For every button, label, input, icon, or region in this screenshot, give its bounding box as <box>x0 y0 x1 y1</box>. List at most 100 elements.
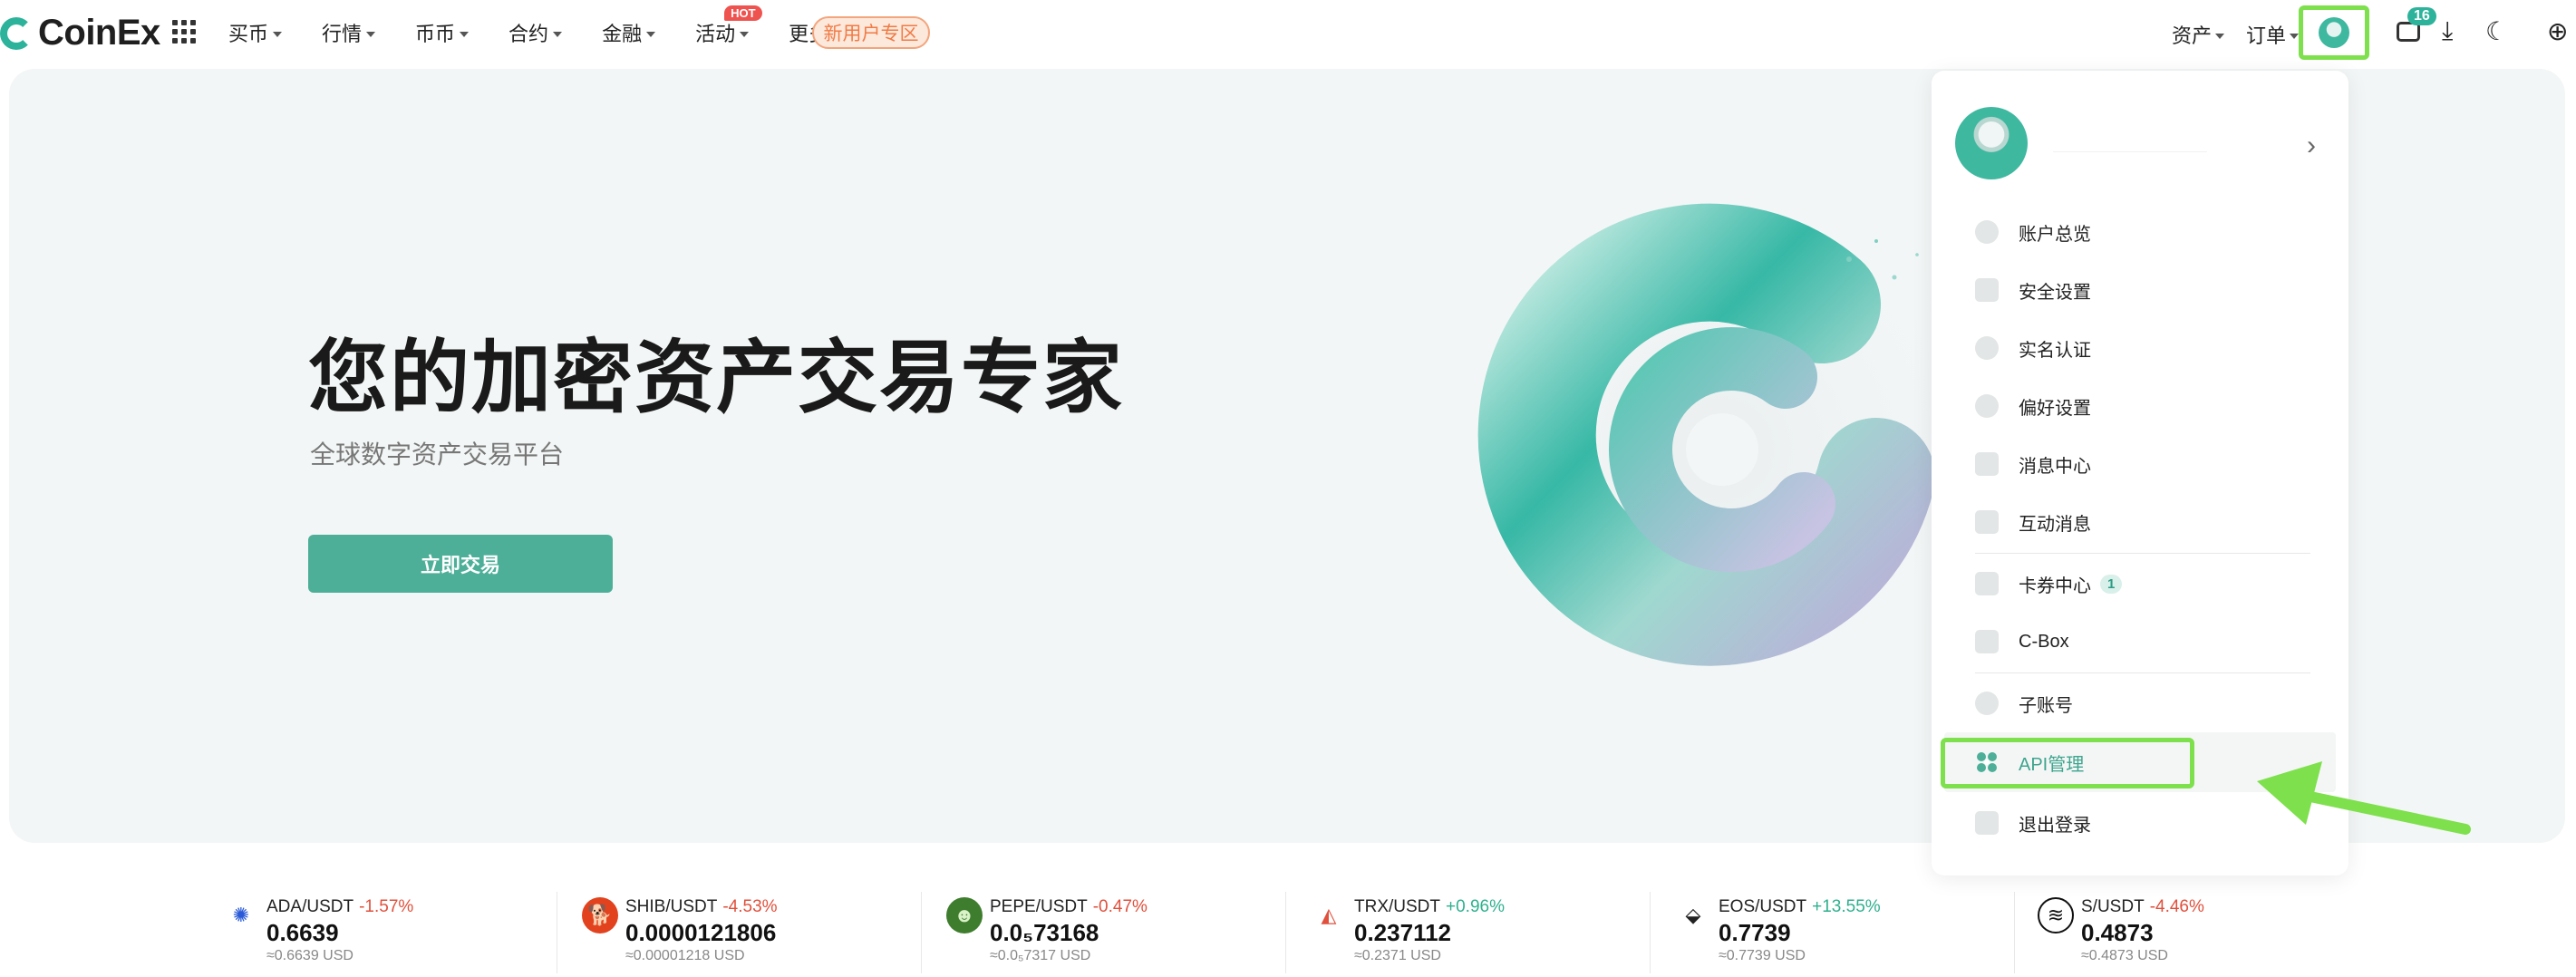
menu-item-label: 实名认证 <box>2019 340 2091 361</box>
coinex-logo[interactable]: CoinEx <box>0 13 160 53</box>
menu-item-label: 子账号 <box>2019 695 2073 716</box>
ticker-price: 0.4873 <box>2081 919 2154 946</box>
caret-down-icon <box>460 31 470 37</box>
ticker-usd-value: ≈0.0₅7317 USD <box>990 948 1091 963</box>
ticker-item-shib[interactable]: 🐕 SHIB/USDT -4.53% 0.0000121806 ≈0.000012… <box>582 888 908 977</box>
menu-item-label: 退出登录 <box>2019 815 2091 836</box>
menu-divider <box>1975 672 2310 673</box>
ticker-change: -4.46% <box>2149 897 2204 916</box>
menu-item-label: 消息中心 <box>2019 456 2091 477</box>
menu-item-security-settings[interactable]: 安全设置 <box>1975 268 2091 312</box>
ticker-price: 0.7739 <box>1719 919 1791 946</box>
ticker-usd-value: ≈0.6639 USD <box>266 948 353 963</box>
nav-item-activities[interactable]: 活动 HOT <box>695 5 762 47</box>
top-nav: CoinEx 买币 行情 币币 合约 金融 活动 HOT 更多 新用户专区 资产 <box>0 0 2576 65</box>
menu-item-coupon-center[interactable]: 卡券中心 1 <box>1975 562 2123 605</box>
new-user-promo-button[interactable]: 新用户专区 <box>812 16 930 49</box>
nav-orders[interactable]: 订单 <box>2246 20 2300 49</box>
menu-item-label: 安全设置 <box>2019 282 2091 303</box>
ticker-change: +0.96% <box>1446 897 1505 916</box>
preferences-icon <box>1975 394 1999 418</box>
ticker-divider <box>921 892 922 973</box>
logout-icon <box>1975 811 1999 835</box>
ticker-pair-line: PEPE/USDT -0.47% <box>990 897 1148 917</box>
menu-item-preferences[interactable]: 偏好设置 <box>1975 384 2091 428</box>
message-center-icon <box>1975 452 1999 476</box>
account-overview-icon <box>1975 220 1999 244</box>
menu-item-label: C-Box <box>2019 631 2069 652</box>
eos-coin-icon: ⬙ <box>1685 904 1701 926</box>
avatar <box>2319 17 2349 48</box>
ticker-divider <box>1650 892 1651 973</box>
menu-item-identity-verification[interactable]: 实名认证 <box>1975 326 2091 370</box>
message-count-badge: 16 <box>2407 7 2436 25</box>
ticker-item-trx[interactable]: ◭ TRX/USDT +0.96% 0.237112 ≈0.2371 USD <box>1311 888 1637 977</box>
market-ticker: ✺ ADA/USDT -1.57% 0.6639 ≈0.6639 USD 🐕 SH… <box>0 888 2576 977</box>
ticker-pair: PEPE/USDT <box>990 897 1088 916</box>
menu-item-account-overview[interactable]: 账户总览 <box>1975 210 2091 254</box>
nav-item-label: 活动 <box>695 23 736 45</box>
nav-item-label: 行情 <box>322 23 363 45</box>
profile-header[interactable]: › <box>1955 107 2327 179</box>
menu-item-label: 互动消息 <box>2019 514 2091 535</box>
c-box-icon <box>1975 630 1999 653</box>
ticker-change: +13.55% <box>1812 897 1881 916</box>
ticker-usd-value: ≈0.00001218 USD <box>625 948 745 963</box>
menu-item-message-center[interactable]: 消息中心 <box>1975 442 2091 486</box>
caret-down-icon <box>646 31 656 37</box>
security-shield-icon <box>1975 278 1999 302</box>
profile-name-placeholder <box>2053 134 2207 152</box>
caret-down-icon <box>273 31 283 37</box>
download-icon[interactable]: ⤓ <box>2442 16 2453 46</box>
ticker-usd-value: ≈0.7739 USD <box>1719 948 1806 963</box>
ticker-item-s[interactable]: ≋ S/USDT -4.46% 0.4873 ≈0.4873 USD <box>2038 888 2364 977</box>
menu-item-c-box[interactable]: C-Box <box>1975 620 2069 663</box>
ticker-change: -1.57% <box>359 897 414 916</box>
s-coin-icon: ≋ <box>2038 897 2074 933</box>
ticker-pair: S/USDT <box>2081 897 2145 916</box>
nav-item-label: 买币 <box>228 23 269 45</box>
ticker-pair: EOS/USDT <box>1719 897 1807 916</box>
menu-item-label: 偏好设置 <box>2019 398 2091 419</box>
nav-item-finance[interactable]: 金融 <box>602 18 656 47</box>
dark-mode-moon-icon[interactable]: ☾ <box>2485 16 2508 46</box>
hero-subtitle: 全球数字资产交易平台 <box>310 440 565 469</box>
ticker-item-ada[interactable]: ✺ ADA/USDT -1.57% 0.6639 ≈0.6639 USD <box>223 888 549 977</box>
nav-item-buy-crypto[interactable]: 买币 <box>228 18 283 47</box>
trx-coin-icon: ◭ <box>1321 904 1337 926</box>
apps-grid-icon[interactable] <box>172 20 196 44</box>
menu-item-sub-account[interactable]: 子账号 <box>1975 682 2073 725</box>
nav-item-markets[interactable]: 行情 <box>322 18 376 47</box>
main-menu: 买币 行情 币币 合约 金融 活动 HOT 更多 <box>228 5 882 47</box>
avatar <box>1955 107 2028 179</box>
api-management-highlight-box <box>1941 738 2194 788</box>
nav-item-label: 金融 <box>602 23 643 45</box>
coupon-center-icon <box>1975 572 1999 595</box>
language-globe-icon[interactable]: ⊕ <box>2547 16 2568 46</box>
ticker-pair: ADA/USDT <box>266 897 354 916</box>
ticker-change: -4.53% <box>722 897 778 916</box>
ticker-pair: TRX/USDT <box>1354 897 1440 916</box>
ticker-pair-line: ADA/USDT -1.57% <box>266 897 413 917</box>
hero-title: 您的加密资产交易专家 <box>308 333 1125 422</box>
coinex-3d-logo-illustration <box>1432 160 2003 730</box>
ticker-usd-value: ≈0.4873 USD <box>2081 948 2168 963</box>
brand-name: CoinEx <box>38 13 160 53</box>
ticker-item-pepe[interactable]: ☻ PEPE/USDT -0.47% 0.0₅73168 ≈0.0₅7317 US… <box>946 888 1273 977</box>
pointer-arrow-annotation <box>2257 761 2471 835</box>
menu-item-logout[interactable]: 退出登录 <box>1975 801 2091 845</box>
menu-item-interactive-messages[interactable]: 互动消息 <box>1975 500 2091 544</box>
nav-item-spot[interactable]: 币币 <box>415 18 470 47</box>
ticker-divider <box>2014 892 2015 973</box>
nav-item-futures[interactable]: 合约 <box>508 18 563 47</box>
nav-item-label: 合约 <box>508 23 549 45</box>
ticker-price: 0.0000121806 <box>625 919 777 946</box>
nav-assets[interactable]: 资产 <box>2172 20 2225 49</box>
ticker-item-eos[interactable]: ⬙ EOS/USDT +13.55% 0.7739 ≈0.7739 USD <box>1675 888 2001 977</box>
trade-now-button[interactable]: 立即交易 <box>308 535 613 593</box>
user-avatar-button[interactable] <box>2299 5 2369 60</box>
caret-down-icon <box>740 31 750 37</box>
caret-down-icon <box>366 31 376 37</box>
caret-down-icon <box>2215 33 2225 39</box>
ticker-pair-line: TRX/USDT +0.96% <box>1354 897 1505 917</box>
